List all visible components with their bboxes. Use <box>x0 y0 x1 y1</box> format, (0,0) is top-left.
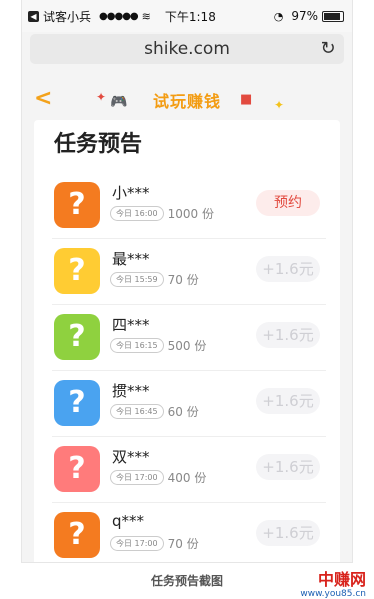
battery-icon <box>322 10 344 22</box>
orientation-lock-icon: ◔ <box>273 9 284 23</box>
gamepad-icon: 🎮 <box>110 94 128 110</box>
site-watermark: 中赚网 www.you85.cn <box>300 572 366 599</box>
question-mark-app-icon: ? <box>54 380 100 426</box>
question-mark-app-icon: ? <box>54 182 100 228</box>
question-mark-app-icon: ? <box>54 512 100 558</box>
status-bar: ◀ 试客小兵 ●●●●● ≋ 下午1:18 ◔ 97% <box>22 0 352 32</box>
reload-icon[interactable]: ↻ <box>318 39 338 59</box>
task-row[interactable]: ? 双*** 今日 17:00 400 份 +1.6元 <box>52 436 326 503</box>
status-app-name: 试客小兵 <box>43 9 92 24</box>
question-mark-app-icon: ? <box>54 446 100 492</box>
reserve-button[interactable]: 预约 <box>256 190 320 216</box>
task-name: 最*** <box>112 250 150 268</box>
question-mark-app-icon: ? <box>54 314 100 360</box>
task-meta: 今日 16:45 60 份 <box>110 403 199 420</box>
task-name: 四*** <box>112 316 150 334</box>
question-mark-app-icon: ? <box>54 248 100 294</box>
reward-button[interactable]: +1.6元 <box>256 388 320 414</box>
start-time-tag: 今日 16:45 <box>110 404 164 419</box>
section-title: 任务预告 <box>54 132 143 157</box>
page-header: < ✦ 🎮 试玩赚钱 ■ ✦ <box>22 78 352 122</box>
wifi-icon: ≋ <box>141 9 151 23</box>
start-time-tag: 今日 17:00 <box>110 536 164 551</box>
task-meta: 今日 17:00 70 份 <box>110 535 199 552</box>
task-meta: 今日 15:59 70 份 <box>110 271 199 288</box>
confetti-icon: ✦ <box>96 90 107 104</box>
task-meta: 今日 16:15 500 份 <box>110 337 206 354</box>
address-bar[interactable]: shike.com ↻ <box>30 34 344 64</box>
confetti-icon: ✦ <box>274 98 285 112</box>
start-time-tag: 今日 16:00 <box>110 206 164 221</box>
task-meta: 今日 16:00 1000 份 <box>110 205 214 222</box>
task-quantity: 70 份 <box>167 537 199 551</box>
task-quantity: 400 份 <box>167 471 207 485</box>
task-quantity: 500 份 <box>167 339 207 353</box>
status-time: 下午1:18 <box>164 9 216 24</box>
task-row[interactable]: ? q*** 今日 17:00 70 份 +1.6元 <box>52 502 326 562</box>
signal-icon: ●●●●● <box>99 10 139 22</box>
gift-icon: ■ <box>240 92 253 107</box>
task-name: 小*** <box>112 184 150 202</box>
task-quantity: 70 份 <box>167 273 199 287</box>
reward-button[interactable]: +1.6元 <box>256 322 320 348</box>
page-title: 试玩赚钱 <box>152 92 221 111</box>
task-row[interactable]: ? 小*** 今日 16:00 1000 份 预约 <box>52 172 326 239</box>
task-meta: 今日 17:00 400 份 <box>110 469 206 486</box>
watermark-name: 中赚网 <box>317 570 366 589</box>
url-text[interactable]: shike.com <box>144 39 230 59</box>
phone-screen: ◀ 试客小兵 ●●●●● ≋ 下午1:18 ◔ 97% shike.com ↻ … <box>22 0 352 562</box>
reward-button[interactable]: +1.6元 <box>256 256 320 282</box>
back-to-app-icon[interactable]: ◀ <box>28 10 39 22</box>
battery-percent: 97% <box>291 9 318 23</box>
back-arrow-icon[interactable]: < <box>34 86 52 111</box>
task-row[interactable]: ? 掼*** 今日 16:45 60 份 +1.6元 <box>52 370 326 437</box>
task-row[interactable]: ? 四*** 今日 16:15 500 份 +1.6元 <box>52 304 326 371</box>
task-preview-card: 任务预告 ? 小*** 今日 16:00 1000 份预约? 最*** 今日 15:59 7… <box>34 120 340 562</box>
task-name: 双*** <box>112 448 150 466</box>
start-time-tag: 今日 16:15 <box>110 338 164 353</box>
task-name: 掼*** <box>112 382 150 400</box>
reward-button[interactable]: +1.6元 <box>256 454 320 480</box>
start-time-tag: 今日 17:00 <box>110 470 164 485</box>
task-name: q*** <box>112 512 145 530</box>
task-row[interactable]: ? 最*** 今日 15:59 70 份 +1.6元 <box>52 238 326 305</box>
task-quantity: 60 份 <box>167 405 199 419</box>
start-time-tag: 今日 15:59 <box>110 272 164 287</box>
task-quantity: 1000 份 <box>167 207 214 221</box>
reward-button[interactable]: +1.6元 <box>256 520 320 546</box>
watermark-url: www.you85.cn <box>300 589 366 599</box>
